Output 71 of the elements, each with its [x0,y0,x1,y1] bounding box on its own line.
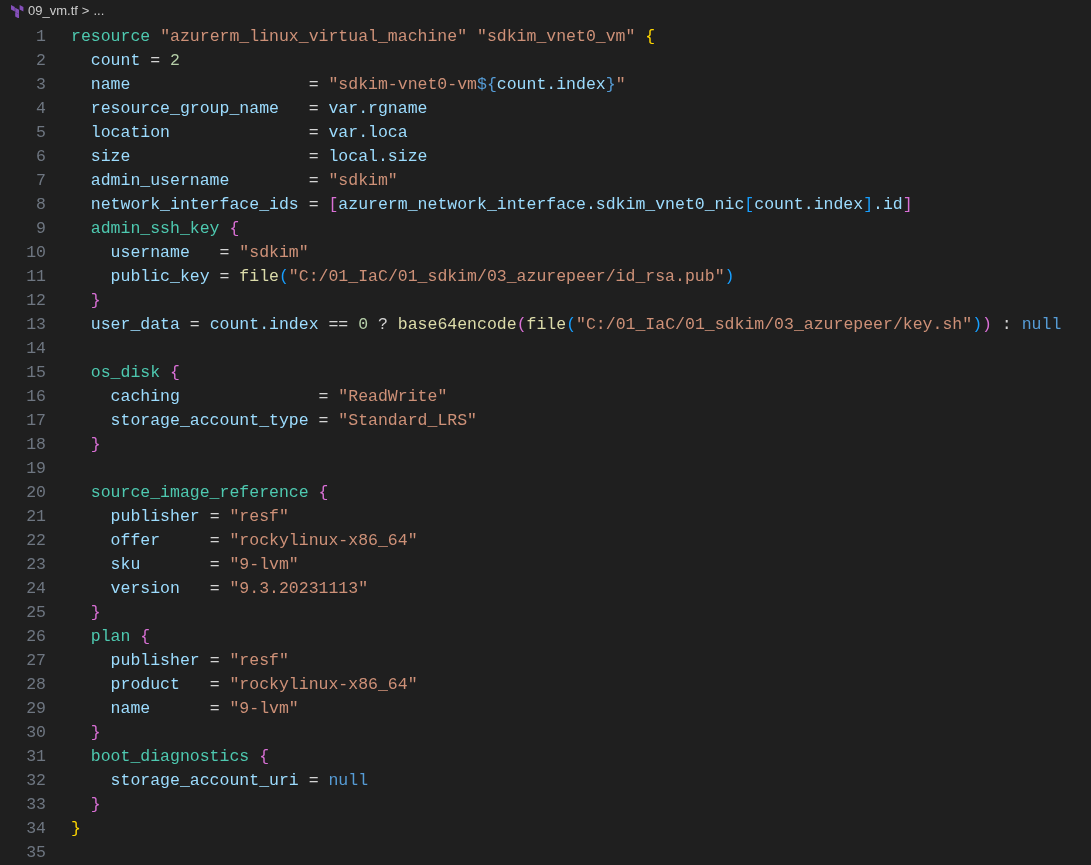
code-line: plan { [89,626,151,648]
code-line: count = 2 [89,50,180,72]
line-number: 22 [25,530,46,552]
line-number: 25 [25,602,46,624]
line-number: 5 [35,122,46,144]
code-line: location = var.loca [89,122,408,144]
code-line: source_image_reference { [89,482,329,504]
code-line: public_key = file("C:/01_IaC/01_sdkim/03_azurepeer/id_rsa.pub") [109,266,735,288]
breadcrumb-more[interactable]: ... [93,0,105,22]
line-number: 14 [25,338,46,360]
line-number: 34 [25,818,46,840]
code-line: resource "azurerm_linux_virtual_machine" "sdkim_vnet0_vm" { [71,26,656,48]
line-number: 6 [35,146,46,168]
line-number: 11 [25,266,46,288]
code-line: publisher = "resf" [109,650,289,672]
code-line: offer = "rockylinux-x86_64" [109,530,418,552]
line-number: 7 [35,170,46,192]
code-line: } [71,818,81,840]
code-line: network_interface_ids = [azurerm_network_interface.sdkim_vnet0_nic[count.index].id] [89,194,913,216]
code-line: } [89,434,101,456]
line-number: 31 [25,746,46,768]
line-number: 13 [25,314,46,336]
code-line: product = "rockylinux-x86_64" [109,674,418,696]
line-number: 33 [25,794,46,816]
code-line: } [89,722,101,744]
line-number: 28 [25,674,46,696]
line-number: 27 [25,650,46,672]
breadcrumb-file[interactable]: 09_vm.tf [28,0,78,22]
line-number: 19 [25,458,46,480]
code-line: admin_username = "sdkim" [89,170,398,192]
code-line: boot_diagnostics { [89,746,270,768]
line-number: 17 [25,410,46,432]
line-number: 4 [35,98,46,120]
code-line: name = "9-lvm" [109,698,299,720]
code-line: name = "sdkim-vnet0-vm${count.index}" [89,74,626,96]
code-line: size = local.size [89,146,428,168]
breadcrumb-separator: > [81,2,90,20]
line-number: 29 [25,698,46,720]
line-number: 23 [25,554,46,576]
line-number: 1 [35,26,46,48]
code-line: publisher = "resf" [109,506,289,528]
line-number: 16 [25,386,46,408]
code-line: user_data = count.index == 0 ? base64encode(file("C:/01_IaC/01_sdkim/03_azurepeer/key.sh")) : null [89,314,1062,336]
line-number: 10 [25,242,46,264]
line-number: 12 [25,290,46,312]
file-type-icon [10,4,24,18]
code-line: admin_ssh_key { [89,218,240,240]
code-line: } [89,794,101,816]
code-line: os_disk { [89,362,180,384]
line-number: 8 [35,194,46,216]
line-number: 20 [25,482,46,504]
line-number: 32 [25,770,46,792]
line-number: 21 [25,506,46,528]
code-line: version = "9.3.20231113" [109,578,369,600]
code-line: sku = "9-lvm" [109,554,299,576]
line-number: 18 [25,434,46,456]
line-number: 9 [35,218,46,240]
line-number: 35 [25,842,46,864]
line-number: 15 [25,362,46,384]
code-line: resource_group_name = var.rgname [89,98,428,120]
code-line: storage_account_uri = null [109,770,369,792]
line-number: 24 [25,578,46,600]
code-line: storage_account_type = "Standard_LRS" [109,410,477,432]
code-line: username = "sdkim" [109,242,309,264]
line-number: 2 [35,50,46,72]
code-line: caching = "ReadWrite" [109,386,448,408]
code-line: } [89,290,101,312]
line-number: 26 [25,626,46,648]
code-line: } [89,602,101,624]
line-number: 3 [35,74,46,96]
line-number: 30 [25,722,46,744]
